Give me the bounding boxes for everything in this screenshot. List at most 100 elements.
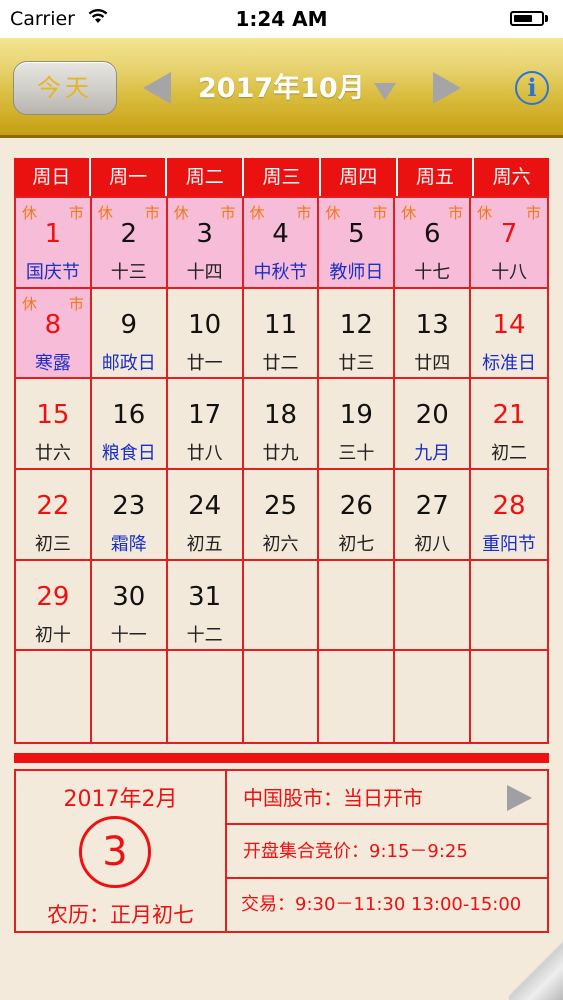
calendar-day-cell[interactable]: 9 邮政日 [91,288,168,380]
day-number: 14 [492,309,526,340]
empty-day-cell [243,560,320,652]
empty-day-cell [319,560,396,652]
calendar-day-cell[interactable]: 25 初六 [243,469,320,561]
calendar-day-cell[interactable]: 休市 4 中秋节 [243,198,320,289]
empty-day-cell [244,651,320,742]
calendar-day-cell[interactable]: 休市 3 十四 [167,198,244,289]
calendar-day-cell[interactable]: 16 粮食日 [91,379,168,470]
weekday-header: 周日 周一 周二 周三 周四 周五 周六 [14,158,549,196]
day-number: 23 [112,490,146,521]
lunar-label: 十八 [491,262,528,283]
calendar-day-cell[interactable]: 21 初二 [471,379,547,470]
play-icon[interactable] [507,785,532,811]
calendar-day-cell[interactable]: 14 标准日 [471,289,547,380]
info-icon[interactable]: i [515,71,549,105]
chevron-down-icon[interactable] [374,83,396,100]
lunar-label: 十二 [186,624,223,646]
battery-tip [545,15,548,22]
day-number: 12 [339,309,373,340]
toolbar: 今天 2017年10月 i [0,38,563,138]
lunar-label: 教师日 [329,262,384,283]
lunar-label: 初十 [34,624,71,646]
divider-bar [14,753,549,763]
lunar-label: 九月 [414,443,451,465]
day-number: 19 [339,400,373,431]
day-number: 1 [44,219,62,249]
weekday-label: 周一 [88,158,166,196]
weekday-label: 周四 [318,158,396,196]
calendar-day-cell[interactable]: 30 十一 [91,560,168,652]
lunar-label: 霜降 [110,533,147,555]
lunar-label: 十一 [110,624,147,646]
calendar-day-cell[interactable]: 22 初三 [16,469,92,561]
day-number: 9 [120,309,138,340]
calendar-day-cell[interactable]: 18 廿九 [243,379,320,470]
selected-date: 2017年2月 [63,787,178,812]
day-number: 7 [500,219,518,249]
day-number: 4 [272,219,289,249]
day-number: 30 [112,581,146,612]
calendar-day-cell[interactable]: 10 廿一 [167,288,244,380]
calendar-day-cell[interactable]: 28 重阳节 [471,470,547,561]
lunar-label: 初三 [34,533,71,555]
day-number: 16 [112,400,146,431]
lunar-label: 十三 [110,262,147,283]
next-month-icon[interactable] [433,72,461,104]
day-number: 31 [188,581,222,612]
calendar-day-cell[interactable]: 休市 8 寒露 [16,288,92,380]
calendar-day-cell[interactable]: 15 廿六 [16,379,92,470]
calendar-day-cell[interactable]: 26 初七 [319,469,396,561]
calendar-day-cell[interactable]: 休市 5 教师日 [319,198,396,289]
calendar-day-cell[interactable]: 31 十二 [167,560,244,652]
lunar-label: 邮政日 [101,352,156,374]
calendar-day-cell[interactable]: 17 廿八 [167,379,244,470]
calendar-day-cell[interactable]: 23 霜降 [91,469,168,561]
lunar-label: 中秋节 [253,262,308,283]
clock: 1:24 AM [235,7,328,31]
lunar-label: 廿四 [414,352,451,374]
today-button[interactable]: 今天 [13,61,117,115]
calendar-day-cell[interactable]: 13 廿四 [395,288,472,380]
calendar-day-cell[interactable]: 19 三十 [319,379,396,470]
day-number: 28 [492,490,526,521]
calendar-day-cell[interactable]: 27 初八 [395,469,472,561]
lunar-label: 三十 [338,443,375,465]
lunar-label: 初八 [414,533,451,555]
calendar-day-cell[interactable]: 11 廿二 [243,288,320,380]
selected-date-box[interactable]: 2017年2月 3 农历：正月初七 [16,771,227,931]
calendar-day-cell[interactable]: 20 九月 [395,379,472,470]
calendar-day-cell[interactable]: 休市 1 国庆节 [16,198,92,289]
weekday-label: 周日 [32,166,71,188]
date-info-panel: 2017年2月 3 农历：正月初七 中国股市：当日开市 开盘集合竞价：9:15－… [14,769,549,933]
day-number: 5 [348,219,365,249]
calendar-day-cell[interactable]: 休市 6 十七 [395,198,472,289]
lunar-label: 初七 [338,533,375,555]
calendar-day-cell[interactable]: 12 廿三 [319,288,396,380]
lunar-label: 初六 [262,533,299,555]
lunar-label: 十四 [186,262,223,283]
day-number: 3 [196,219,213,249]
empty-day-cell [16,651,92,742]
calendar-day-cell[interactable]: 24 初五 [167,469,244,561]
lunar-label: 初五 [186,533,223,555]
calendar-day-cell[interactable]: 29 初十 [16,560,92,652]
day-number: 15 [36,400,70,431]
lunar-label: 十七 [414,262,451,283]
day-number: 27 [415,490,449,521]
day-number: 17 [188,400,222,431]
day-number: 24 [188,490,222,521]
calendar-day-cell[interactable]: 休市 7 十八 [471,198,547,289]
empty-day-cell [319,651,396,742]
day-number: 25 [263,490,298,521]
lunar-label: 初二 [491,443,528,465]
day-number: 29 [36,581,70,612]
day-number: 6 [423,219,441,249]
day-number: 26 [339,490,373,521]
empty-day-cell [471,561,547,652]
page-curl-icon[interactable] [509,940,563,1000]
month-title[interactable]: 2017年10月 [198,66,365,105]
lunar-label: 国庆节 [25,262,80,283]
previous-month-icon[interactable] [143,72,171,104]
day-number: 21 [492,400,526,431]
calendar-day-cell[interactable]: 休市 2 十三 [91,198,168,289]
